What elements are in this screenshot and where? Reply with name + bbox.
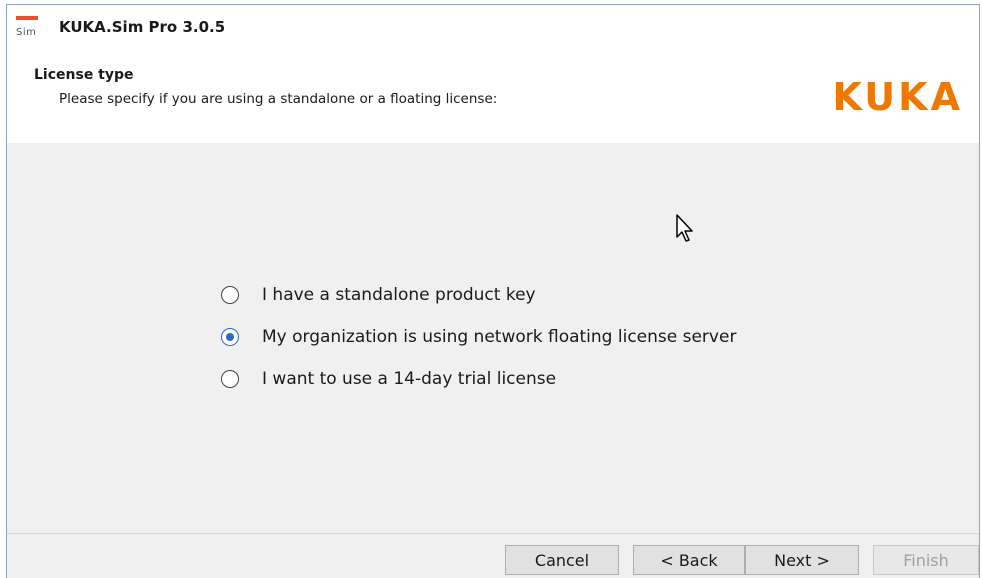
page-description: Please specify if you are using a standa… [59,91,498,107]
radio-option-standalone[interactable]: I have a standalone product key [221,285,536,305]
radio-button-trial[interactable] [221,370,239,388]
app-icon: Sim [15,14,43,42]
page-title: License type [34,67,134,83]
kuka-logo: KUKA [832,75,963,119]
mouse-cursor-icon [676,214,693,242]
radio-label-trial[interactable]: I want to use a 14-day trial license [262,369,556,389]
radio-option-trial[interactable]: I want to use a 14-day trial license [221,369,556,389]
next-button[interactable]: Next > [745,545,859,575]
radio-option-floating[interactable]: My organization is using network floatin… [221,327,736,347]
app-icon-label: Sim [16,27,37,38]
radio-label-standalone[interactable]: I have a standalone product key [262,285,536,305]
finish-button[interactable]: Finish [873,545,979,575]
wizard-body: I have a standalone product key My organ… [7,143,979,533]
cancel-button[interactable]: Cancel [505,545,619,575]
radio-label-floating[interactable]: My organization is using network floatin… [262,327,736,347]
wizard-header: License type Please specify if you are u… [7,51,979,143]
back-button[interactable]: < Back [633,545,745,575]
installer-window: Sim KUKA.Sim Pro 3.0.5 License type Plea… [6,4,980,578]
title-bar[interactable]: Sim KUKA.Sim Pro 3.0.5 [7,5,979,51]
radio-button-floating[interactable] [221,328,239,346]
window-title: KUKA.Sim Pro 3.0.5 [59,18,226,36]
radio-button-standalone[interactable] [221,286,239,304]
app-icon-bar [16,16,38,20]
wizard-footer: Cancel < Back Next > Finish [7,533,979,578]
